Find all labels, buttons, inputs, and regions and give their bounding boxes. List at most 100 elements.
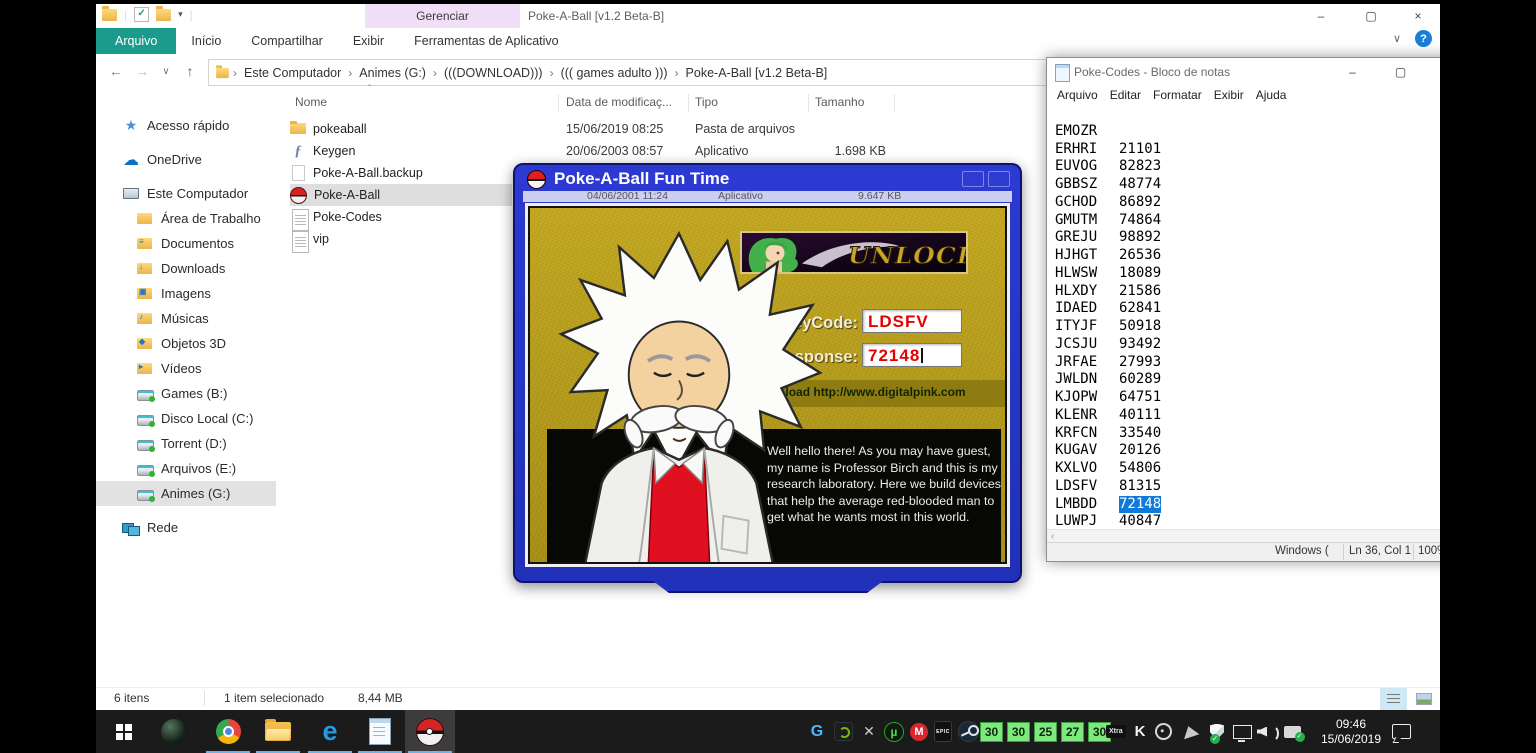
menu-item[interactable]: Formatar: [1147, 86, 1208, 105]
collapse-ribbon-chevron-icon[interactable]: ∨: [1393, 32, 1401, 45]
minimize-button[interactable]: –: [1299, 4, 1343, 28]
customize-qat-chevron-icon[interactable]: ▾: [178, 9, 183, 20]
breadcrumb-item[interactable]: ((( games adulto ))) ›: [557, 66, 682, 80]
tray-mega[interactable]: M: [906, 710, 932, 753]
sidebar-item-label: OneDrive: [147, 152, 202, 167]
taskbar-pokeaball[interactable]: [405, 710, 455, 753]
tray-steam[interactable]: [955, 710, 981, 753]
temperature-badge[interactable]: 25: [1034, 722, 1057, 742]
taskbar-edge[interactable]: e: [305, 710, 355, 753]
sidebar-item[interactable]: OneDrive: [96, 147, 276, 172]
response-input[interactable]: 72148: [862, 343, 962, 367]
sidebar-item[interactable]: Este Computador: [96, 181, 276, 206]
thumbnails-view-button[interactable]: [1410, 688, 1437, 710]
sidebar-item[interactable]: Acesso rápido: [96, 113, 276, 138]
address-bar[interactable]: › Este Computador › Animes (G:) ›: [208, 59, 1054, 86]
sidebar-item[interactable]: Disco Local (C:): [96, 406, 276, 431]
manage-contextual-tab[interactable]: Gerenciar: [365, 4, 520, 28]
taskbar-chrome[interactable]: [203, 710, 253, 753]
keycode-input[interactable]: LDSFV: [862, 309, 962, 333]
restore-button[interactable]: ▢: [1349, 4, 1393, 28]
sidebar-item[interactable]: Objetos 3D: [96, 331, 276, 356]
sidebar-item-icon: [136, 361, 154, 377]
keygen-titlebar[interactable]: Poke-A-Ball Fun Time: [527, 169, 729, 189]
ribbon-tab[interactable]: Início: [176, 28, 236, 54]
notepad-maximize-button[interactable]: ▢: [1378, 58, 1423, 86]
close-button[interactable]: ×: [1396, 4, 1440, 28]
start-button[interactable]: [99, 710, 149, 753]
tray-logitech[interactable]: G: [804, 710, 830, 753]
tray-volume[interactable]: [1254, 710, 1280, 753]
sidebar-item[interactable]: Torrent (D:): [96, 431, 276, 456]
sidebar-item[interactable]: Games (B:): [96, 381, 276, 406]
details-view-button[interactable]: [1380, 688, 1407, 710]
taskbar-file-explorer[interactable]: [253, 710, 303, 753]
code-line: KJOPW 40111: [1047, 371, 1440, 389]
column-header-size[interactable]: Tamanho: [815, 95, 864, 109]
tray-x-app[interactable]: ✕: [856, 710, 882, 753]
breadcrumb-item[interactable]: Animes (G:) ›: [355, 66, 440, 80]
tray-nvidia[interactable]: [830, 710, 856, 753]
sidebar-item[interactable]: Área de Trabalho: [96, 206, 276, 231]
forward-icon[interactable]: →: [130, 60, 154, 82]
scroll-left-arrow-icon[interactable]: ‹: [1051, 531, 1054, 542]
sidebar-item[interactable]: Arquivos (E:): [96, 456, 276, 481]
column-header-name[interactable]: Nome: [295, 95, 327, 109]
column-header-type[interactable]: Tipo: [695, 95, 718, 109]
sidebar-item[interactable]: Rede: [96, 515, 276, 540]
ribbon-tab[interactable]: Ferramentas de Aplicativo: [399, 28, 574, 54]
temperature-badge[interactable]: 27: [1061, 722, 1084, 742]
breadcrumb-item[interactable]: Este Computador ›: [240, 66, 355, 80]
tray-network[interactable]: [1230, 710, 1254, 753]
sidebar-item[interactable]: Imagens: [96, 281, 276, 306]
notepad-minimize-button[interactable]: –: [1330, 58, 1375, 86]
column-header-date[interactable]: Data de modificaç...: [566, 95, 672, 109]
breadcrumb-item[interactable]: Poke-A-Ball [v1.2 Beta-B] ›: [682, 66, 832, 80]
code-line: HJHGT 18089: [1047, 229, 1440, 247]
tray-utorrent[interactable]: µ: [881, 710, 907, 753]
temperature-badge[interactable]: 30: [980, 722, 1003, 742]
ethernet-network-icon: [1233, 725, 1252, 739]
ribbon-tab[interactable]: Exibir: [338, 28, 399, 54]
tray-defender[interactable]: ✓: [1206, 710, 1228, 753]
menu-item[interactable]: Arquivo: [1051, 86, 1104, 105]
taskbar-clock[interactable]: 09:46 15/06/2019: [1314, 710, 1388, 753]
window-title: Poke-A-Ball [v1.2 Beta-B]: [528, 4, 664, 28]
menu-item[interactable]: Exibir: [1208, 86, 1250, 105]
properties-icon[interactable]: ✓: [134, 7, 149, 22]
action-center-button[interactable]: [1388, 710, 1414, 753]
new-folder-icon[interactable]: [156, 9, 171, 21]
tray-security-card[interactable]: [1280, 710, 1304, 753]
keygen-close-button[interactable]: [988, 171, 1010, 187]
ribbon-tab[interactable]: Arquivo: [96, 28, 176, 54]
taskbar-notepad[interactable]: [355, 710, 405, 753]
tray-dish[interactable]: [1152, 710, 1174, 753]
show-hidden-icons[interactable]: [1178, 710, 1202, 753]
keygen-minimize-button[interactable]: [962, 171, 984, 187]
menu-item[interactable]: Ajuda: [1250, 86, 1293, 105]
menu-item[interactable]: Editar: [1104, 86, 1147, 105]
thumbnails-view-icon: [1416, 693, 1432, 705]
tray-epic[interactable]: EPIC: [931, 710, 955, 753]
temperature-badge[interactable]: 30: [1007, 722, 1030, 742]
sidebar-item[interactable]: Downloads: [96, 256, 276, 281]
notepad-titlebar[interactable]: Poke-Codes - Bloco de notas – ▢: [1047, 58, 1440, 86]
sidebar-item[interactable]: Vídeos: [96, 356, 276, 381]
ribbon-tab[interactable]: Compartilhar: [236, 28, 338, 54]
back-icon[interactable]: ←: [104, 60, 128, 82]
notepad-text-area[interactable]: EMOZR 21101 ERHRI 82823 EUVOG 48774 GBBS…: [1047, 105, 1440, 529]
sidebar-item[interactable]: Animes (G:): [96, 481, 276, 506]
tray-xtra[interactable]: Xtra: [1106, 710, 1126, 753]
sidebar-item[interactable]: Documentos: [96, 231, 276, 256]
up-icon[interactable]: ↑: [178, 60, 202, 82]
help-icon[interactable]: ?: [1415, 30, 1432, 47]
sidebar-item[interactable]: Músicas: [96, 306, 276, 331]
quick-access-toolbar: | ✓ ▾ |: [102, 7, 193, 22]
sidebar-item-icon: [136, 411, 154, 427]
mega-icon: M: [910, 723, 928, 741]
taskbar-app-sphere[interactable]: [149, 710, 199, 753]
breadcrumb-item[interactable]: (((DOWNLOAD))) ›: [440, 66, 557, 80]
qat-separator: |: [190, 8, 193, 22]
recent-locations-chevron-icon[interactable]: ∨: [154, 60, 178, 82]
tray-k-app[interactable]: K: [1130, 710, 1150, 753]
